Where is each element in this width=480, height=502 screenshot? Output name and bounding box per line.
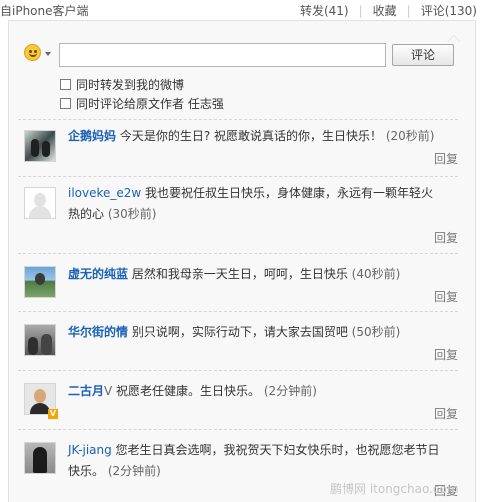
comment-item: 虚无的纯蓝 居然和我母亲一天生日，呵呵，生日快乐 (40秒前) 回复 [18, 254, 458, 310]
comment-username[interactable]: 虚无的纯蓝 [68, 267, 128, 281]
reply-link[interactable]: 回复 [434, 346, 458, 363]
favorite-link[interactable]: 收藏 [373, 4, 397, 18]
comment-item: V 二古月V 祝愿老任健康。生日快乐。 (2分钟前) 回复 [18, 371, 458, 427]
top-bar: 自iPhone客户端 转发(41) | 收藏 | 评论(130) [0, 0, 480, 20]
repost-option[interactable]: 同时转发到我的微博 [60, 76, 185, 92]
divider: | [358, 4, 363, 18]
avatar[interactable] [24, 324, 56, 356]
comment-time: (30秒前) [107, 207, 157, 221]
comment-content: 华尔街的情 别只说啊，实际行动下，请大家去国贸吧 (50秒前) [68, 322, 440, 343]
comment-username[interactable]: JK-jiang [68, 443, 112, 457]
divider: | [406, 4, 411, 18]
comment-author-option-label: 同时评论给原文作者 任志强 [76, 97, 224, 111]
reply-link[interactable]: 回复 [434, 405, 458, 422]
avatar[interactable] [24, 266, 56, 298]
avatar[interactable] [24, 187, 56, 219]
verified-mark: V [104, 384, 113, 398]
comment-time: (2分钟前) [263, 384, 317, 398]
comment-content: JK-jiang 您老生日真会选啊，我祝贺天下妇女快乐时，也祝愿您老节日快乐。 … [68, 440, 440, 482]
comment-username[interactable]: iloveke_e2w [68, 186, 141, 200]
comment-username[interactable]: 华尔街的情 [68, 325, 128, 339]
avatar[interactable] [24, 442, 56, 474]
comment-link[interactable]: 评论(130) [421, 4, 477, 18]
comment-username[interactable]: 企鹅妈妈 [68, 129, 116, 143]
comment-item: iloveke_e2w 我也要祝任叔生日快乐，身体健康，永远有一颗年轻火热的心 … [18, 177, 458, 249]
source-label: 自iPhone客户端 [0, 4, 89, 18]
comment-content: 企鹅妈妈 今天是你的生日? 祝愿敢说真话的你，生日快乐！ (20秒前) [68, 126, 440, 147]
comment-time: (2分钟前) [107, 464, 161, 478]
comment-text: 居然和我母亲一天生日，呵呵，生日快乐 [128, 267, 352, 281]
chevron-down-icon[interactable] [45, 52, 51, 56]
watermark: 鹏博网 itongchao.com [330, 482, 459, 496]
comment-text: 祝愿老任健康。生日快乐。 [112, 384, 264, 398]
avatar[interactable] [24, 130, 56, 162]
comment-content: 虚无的纯蓝 居然和我母亲一天生日，呵呵，生日快乐 (40秒前) [68, 264, 440, 285]
comment-text: 今天是你的生日? 祝愿敢说真话的你，生日快乐！ [116, 129, 386, 143]
repost-link[interactable]: 转发(41) [300, 4, 349, 18]
comment-time: (40秒前) [351, 267, 401, 281]
panel-arrow-inner [448, 36, 460, 42]
repost-checkbox[interactable] [60, 79, 71, 90]
comment-content: iloveke_e2w 我也要祝任叔生日快乐，身体健康，永远有一颗年轻火热的心 … [68, 183, 440, 225]
comment-text: 别只说啊，实际行动下，请大家去国贸吧 [128, 325, 352, 339]
verified-badge-icon: V [48, 409, 58, 419]
comment-item: 华尔街的情 别只说啊，实际行动下，请大家去国贸吧 (50秒前) 回复 [18, 312, 458, 368]
comment-author-checkbox[interactable] [60, 98, 71, 109]
action-links: 转发(41) | 收藏 | 评论(130) [300, 2, 477, 19]
reply-link[interactable]: 回复 [434, 150, 458, 167]
comment-item: 企鹅妈妈 今天是你的生日? 祝愿敢说真话的你，生日快乐！ (20秒前) 回复 [18, 120, 458, 176]
comment-submit-button[interactable]: 评论 [392, 44, 454, 66]
repost-option-label: 同时转发到我的微博 [76, 78, 185, 92]
comment-content: 二古月V 祝愿老任健康。生日快乐。 (2分钟前) [68, 381, 440, 402]
reply-link[interactable]: 回复 [434, 288, 458, 305]
comment-input[interactable] [59, 43, 386, 67]
comment-username[interactable]: 二古月 [68, 384, 104, 398]
comment-time: (20秒前) [385, 129, 435, 143]
comment-author-option[interactable]: 同时评论给原文作者 任志强 [60, 95, 224, 111]
comment-time: (50秒前) [351, 325, 401, 339]
reply-link[interactable]: 回复 [434, 229, 458, 246]
emoticon-smile-icon[interactable] [24, 44, 41, 61]
